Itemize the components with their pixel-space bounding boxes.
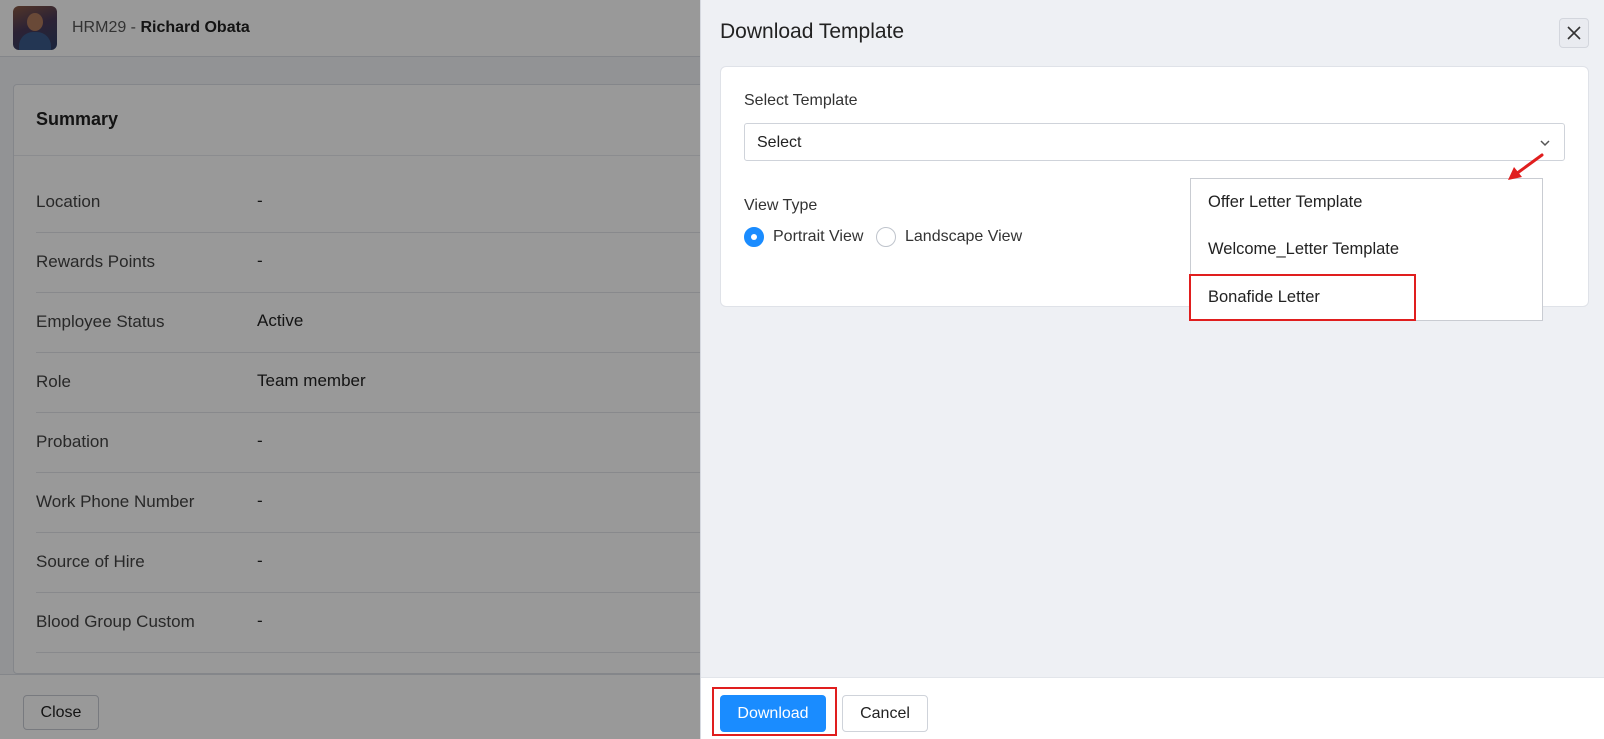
download-button[interactable]: Download [720, 695, 826, 732]
view-type-label: View Type [744, 197, 818, 214]
dropdown-option[interactable]: Offer Letter Template [1191, 179, 1542, 226]
panel-title: Download Template [720, 20, 905, 43]
radio-landscape-indicator[interactable] [876, 227, 896, 247]
dropdown-option-label: Offer Letter Template [1208, 193, 1363, 211]
download-template-panel: Download Template Select Template Select… [700, 0, 1604, 739]
radio-portrait-view[interactable]: Portrait View [744, 227, 863, 247]
red-arrow-icon [1508, 153, 1544, 180]
close-icon [1567, 26, 1581, 40]
radio-portrait-label: Portrait View [773, 228, 864, 245]
radio-portrait-indicator[interactable] [744, 227, 764, 247]
panel-footer: Download Cancel [701, 677, 1604, 739]
close-panel-button[interactable] [1559, 18, 1589, 48]
template-select-value: Select [757, 134, 802, 151]
modal-backdrop[interactable] [0, 0, 700, 739]
cancel-button[interactable]: Cancel [842, 695, 928, 732]
chevron-down-icon [1540, 140, 1550, 147]
radio-landscape-label: Landscape View [905, 228, 1023, 245]
template-select[interactable]: Select [744, 123, 1565, 161]
dropdown-option-label: Welcome_Letter Template [1208, 240, 1400, 258]
radio-landscape-view[interactable]: Landscape View [876, 227, 1022, 247]
dropdown-option[interactable]: Welcome_Letter Template [1191, 226, 1542, 273]
select-template-label: Select Template [744, 92, 858, 109]
highlight-box-bonafide [1189, 274, 1416, 321]
